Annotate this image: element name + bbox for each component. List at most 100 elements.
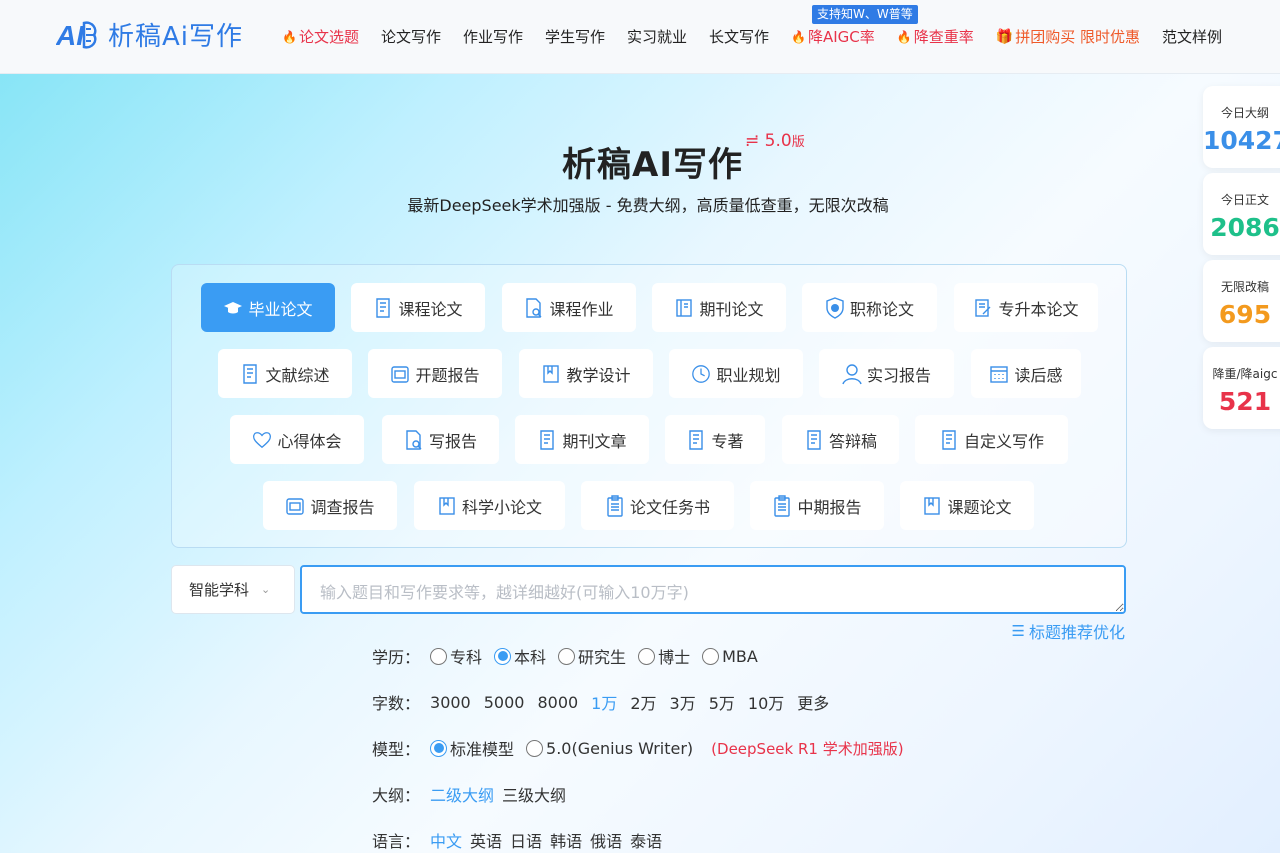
- calendar-icon: [989, 363, 1009, 385]
- writing-type-chip[interactable]: 专升本论文: [954, 283, 1098, 332]
- document-icon: [373, 297, 393, 319]
- writing-type-label: 职称论文: [849, 299, 914, 319]
- wordcount-label: 字数：: [372, 694, 421, 713]
- writing-type-chip[interactable]: 中期报告: [750, 481, 884, 530]
- language-option[interactable]: 日语: [510, 828, 542, 852]
- outline-option[interactable]: 二级大纲: [430, 782, 494, 806]
- stat-label: 无限改稿: [1220, 280, 1269, 294]
- education-radio[interactable]: 本科: [494, 644, 546, 668]
- writing-type-chip[interactable]: 心得体会: [230, 415, 364, 464]
- wordcount-option[interactable]: 10万: [748, 690, 784, 714]
- topic-input[interactable]: [300, 565, 1126, 614]
- language-option[interactable]: 泰语: [630, 828, 662, 852]
- writing-type-chip[interactable]: 写报告: [382, 415, 499, 464]
- nav-item-label: 学生写作: [545, 28, 606, 46]
- nav-item-label: 拼团购买 限时优惠: [1015, 28, 1140, 46]
- wordcount-option[interactable]: 8000: [537, 693, 578, 712]
- nav-item[interactable]: 范文样例: [1162, 26, 1222, 47]
- education-radio[interactable]: 博士: [638, 644, 690, 668]
- language-option[interactable]: 韩语: [550, 828, 582, 852]
- writing-type-chip[interactable]: 论文任务书: [581, 481, 734, 530]
- radio-circle: [430, 647, 448, 665]
- writing-type-label: 写报告: [428, 431, 477, 451]
- writing-type-chip[interactable]: 毕业论文: [201, 283, 335, 332]
- flame-icon: 🔥: [896, 29, 912, 44]
- heart-icon: [252, 429, 272, 451]
- writing-type-label: 课程作业: [549, 299, 614, 319]
- user-icon: [842, 363, 862, 385]
- education-label: 学历：: [372, 648, 421, 667]
- nav-item[interactable]: 🔥 降查重率: [897, 26, 974, 47]
- radio-circle: [638, 647, 656, 665]
- title-recommend-link[interactable]: ☰ 标题推荐优化: [1012, 619, 1125, 643]
- writing-type-label: 调查报告: [310, 497, 375, 517]
- chevron-down-icon: ⌄: [261, 583, 271, 596]
- document-icon: [804, 429, 824, 451]
- writing-type-chip[interactable]: 期刊文章: [515, 415, 649, 464]
- education-radio[interactable]: 研究生: [558, 644, 626, 668]
- writing-type-label: 毕业论文: [248, 299, 313, 319]
- site-logo[interactable]: AI 析稿Ai写作: [55, 16, 244, 53]
- writing-type-chip[interactable]: 开题报告: [368, 349, 502, 398]
- nav-item[interactable]: 🎁 拼团购买 限时优惠: [996, 26, 1140, 47]
- writing-type-chip[interactable]: 答辩稿: [782, 415, 899, 464]
- writing-type-chip[interactable]: 期刊论文: [652, 283, 786, 332]
- model-row: 模型： 标准模型 5.0(Genius Writer) (DeepSeek R1 学术…: [372, 736, 904, 760]
- writing-type-chip[interactable]: 课程作业: [502, 283, 636, 332]
- writing-type-chip[interactable]: 职业规划: [669, 349, 803, 398]
- writing-type-chip[interactable]: 文献综述: [218, 349, 352, 398]
- version-suffix: 版: [791, 135, 805, 150]
- nav-item[interactable]: 论文写作: [381, 26, 441, 47]
- writing-type-chip[interactable]: 课题论文: [900, 481, 1034, 530]
- language-option[interactable]: 英语: [470, 828, 502, 852]
- wordcount-option[interactable]: 1万: [591, 690, 617, 714]
- nav-item[interactable]: 实习就业: [627, 26, 687, 47]
- wordcount-option[interactable]: 3万: [670, 690, 696, 714]
- writing-type-chip[interactable]: 专著: [665, 415, 765, 464]
- wordcount-option[interactable]: 3000: [430, 693, 471, 712]
- nav-item[interactable]: 学生写作: [545, 26, 605, 47]
- stat-card: 降重/降aigc 521: [1203, 347, 1280, 429]
- subject-select[interactable]: 智能学科 ⌄: [171, 565, 295, 614]
- wordcount-option[interactable]: 5000: [484, 693, 525, 712]
- nav-item-label: 作业写作: [462, 28, 523, 46]
- language-option[interactable]: 中文: [430, 828, 462, 852]
- writing-type-chip[interactable]: 实习报告: [819, 349, 954, 398]
- svg-text:AI: AI: [56, 20, 85, 51]
- wordcount-row: 字数： 3000 5000 8000 1万 2万 3万 5万 10万 更多: [372, 690, 842, 714]
- writing-type-chip[interactable]: 教学设计: [519, 349, 653, 398]
- nav-item[interactable]: 长文写作: [709, 26, 769, 47]
- writing-type-label: 答辩稿: [828, 431, 877, 451]
- writing-type-chip[interactable]: 职称论文: [802, 283, 937, 332]
- version-number: ≓ 5.0: [745, 131, 792, 151]
- logo-text: 析稿Ai写作: [108, 22, 244, 52]
- language-option[interactable]: 俄语: [590, 828, 622, 852]
- writing-type-chip[interactable]: 科学小论文: [414, 481, 565, 530]
- wordcount-option[interactable]: 5万: [709, 690, 735, 714]
- wordcount-option[interactable]: 更多: [797, 690, 829, 714]
- document-search-icon: [524, 297, 544, 319]
- model-label: 模型：: [372, 740, 421, 759]
- writing-type-label: 专著: [711, 431, 744, 451]
- education-radio[interactable]: MBA: [702, 647, 758, 666]
- book-icon: [437, 495, 457, 517]
- writing-type-chip[interactable]: 读后感: [971, 349, 1081, 398]
- education-radio[interactable]: 专科: [430, 644, 482, 668]
- nav-item[interactable]: 作业写作: [463, 26, 523, 47]
- nav-item[interactable]: 🔥 降AIGC率: [791, 26, 875, 47]
- wordcount-option[interactable]: 2万: [630, 690, 656, 714]
- nav-item-label: 长文写作: [709, 28, 770, 46]
- model-radio[interactable]: 标准模型: [430, 736, 514, 760]
- document-icon: [240, 363, 260, 385]
- hero-subtitle: 最新DeepSeek学术加强版 - 免费大纲，高质量低查重，无限次改稿: [407, 196, 889, 215]
- writing-type-chip[interactable]: 调查报告: [263, 481, 397, 530]
- outline-option[interactable]: 三级大纲: [502, 782, 566, 806]
- language-row: 语言： 中文 英语 日语 韩语 俄语 泰语: [372, 828, 670, 852]
- model-radio[interactable]: 5.0(Genius Writer): [526, 739, 693, 758]
- writing-type-chip[interactable]: 课程论文: [351, 283, 485, 332]
- nav-item-label: 范文样例: [1161, 28, 1222, 46]
- nav-item[interactable]: 🔥 论文选题: [282, 26, 359, 47]
- title-recommend-label: 标题推荐优化: [1028, 623, 1125, 642]
- writing-type-chip[interactable]: 自定义写作: [915, 415, 1068, 464]
- document-icon: [537, 429, 557, 451]
